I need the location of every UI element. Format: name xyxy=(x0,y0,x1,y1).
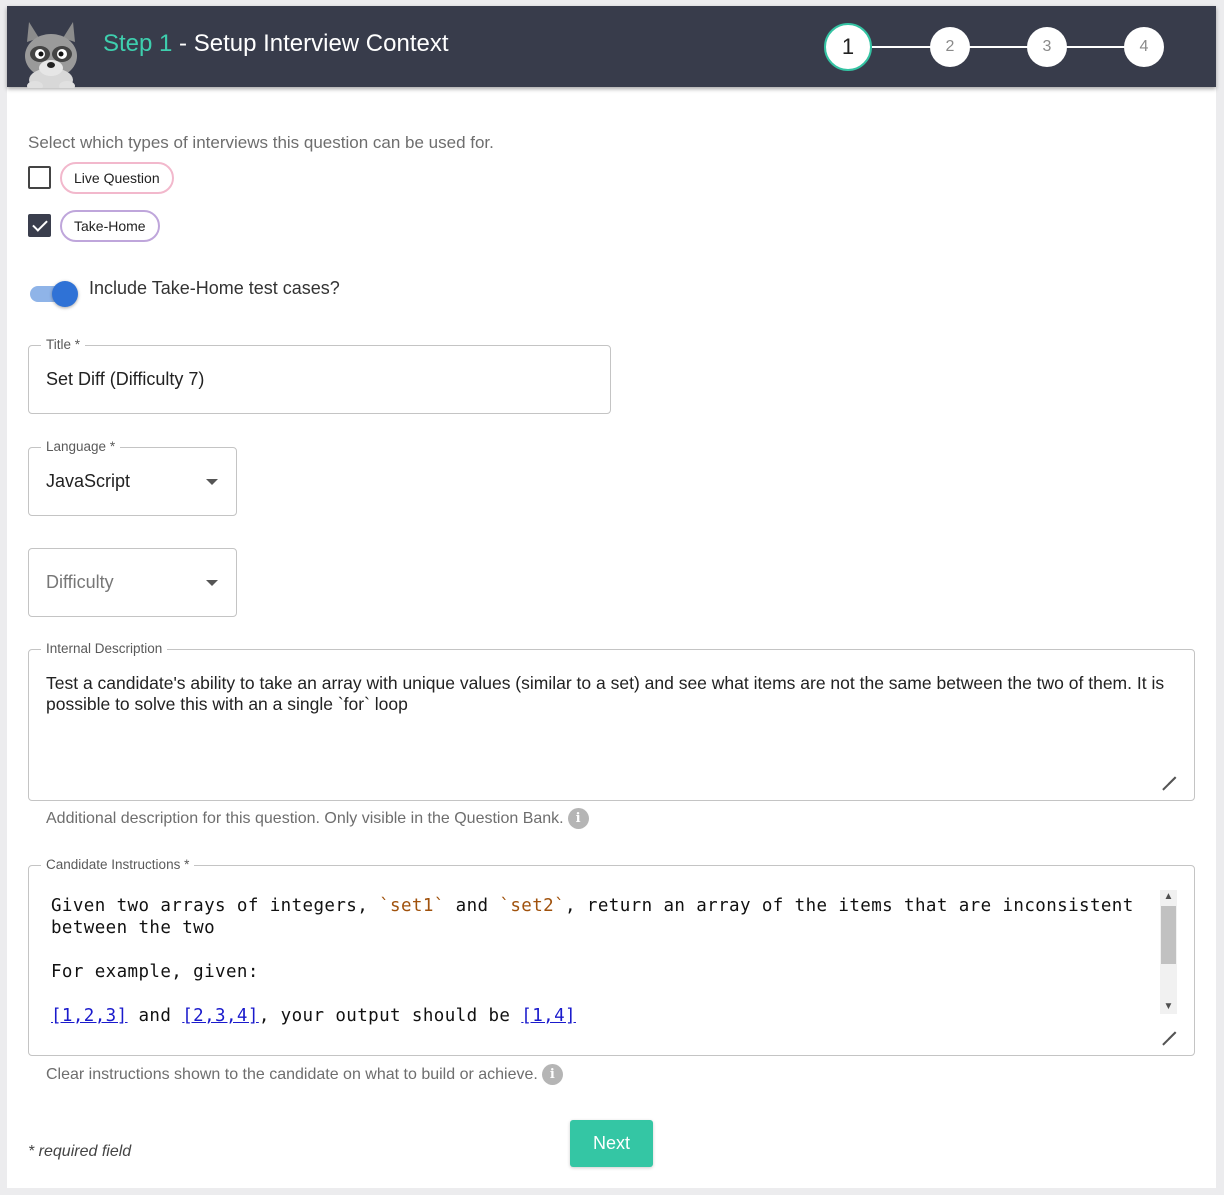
page-title: Step 1 - Setup Interview Context xyxy=(103,30,449,58)
scrollbar-thumb[interactable] xyxy=(1161,906,1176,964)
step-3[interactable]: 3 xyxy=(1027,27,1067,67)
resize-grip-icon[interactable] xyxy=(1162,1018,1176,1032)
live-question-checkbox[interactable] xyxy=(28,166,51,189)
instructions-example-heading: For example, given: xyxy=(51,962,259,982)
candidate-instructions-helper-text: Clear instructions shown to the candidat… xyxy=(46,1065,538,1083)
title-field-label: Title * xyxy=(41,336,86,354)
internal-description-helper-text: Additional description for this question… xyxy=(46,809,564,827)
required-field-note: * required field xyxy=(28,1143,132,1160)
difficulty-placeholder: Difficulty xyxy=(46,572,114,592)
instructions-text: and xyxy=(127,1006,183,1026)
candidate-instructions-textarea[interactable]: Given two arrays of integers, `set1` and… xyxy=(51,895,1159,1049)
step-2[interactable]: 2 xyxy=(930,27,970,67)
title-input[interactable]: Set Diff (Difficulty 7) xyxy=(46,369,204,390)
stepper-connector xyxy=(872,46,1134,48)
take-home-chip[interactable]: Take-Home xyxy=(60,210,160,242)
language-select-label: Language * xyxy=(41,438,121,456)
example-set1-link[interactable]: [1,2,3] xyxy=(51,1006,128,1026)
internal-description-helper: Additional description for this question… xyxy=(46,808,589,829)
example-result-link[interactable]: [1,4] xyxy=(521,1006,576,1026)
step-4[interactable]: 4 xyxy=(1124,27,1164,67)
take-home-tests-label: Include Take-Home test cases? xyxy=(89,278,340,298)
title-field[interactable]: Title * Set Diff (Difficulty 7) xyxy=(28,336,611,414)
instructions-text: and xyxy=(444,896,500,916)
resize-grip-icon[interactable] xyxy=(1162,763,1176,777)
difficulty-select[interactable]: Difficulty xyxy=(28,548,237,617)
next-button[interactable]: Next xyxy=(570,1120,653,1167)
interview-type-prompt: Select which types of interviews this qu… xyxy=(28,133,494,152)
internal-description-label: Internal Description xyxy=(41,640,168,658)
language-select[interactable]: Language * JavaScript xyxy=(28,438,237,516)
scroll-up-icon[interactable]: ▲ xyxy=(1160,890,1177,904)
raccoon-mascot-icon xyxy=(25,22,77,88)
step-1[interactable]: 1 xyxy=(824,23,872,71)
step-label: Step 1 xyxy=(103,30,173,57)
inline-code-set2: `set2` xyxy=(499,896,566,916)
caret-down-icon xyxy=(206,580,218,586)
page-title-text: - Setup Interview Context xyxy=(172,30,449,57)
stepper: 1 2 3 4 xyxy=(824,22,1164,72)
main-card: Step 1 - Setup Interview Context 1 2 3 4… xyxy=(7,6,1216,1188)
instructions-scrollbar[interactable]: ▲ ▼ xyxy=(1160,890,1177,1014)
toggle-thumb[interactable] xyxy=(52,281,78,307)
instructions-paragraph: Given two arrays of integers, `set1` and… xyxy=(51,895,1159,939)
live-question-chip[interactable]: Live Question xyxy=(60,162,174,194)
candidate-instructions-helper: Clear instructions shown to the candidat… xyxy=(46,1064,563,1085)
instructions-text: , your output should be xyxy=(258,1006,522,1026)
scroll-down-icon[interactable]: ▼ xyxy=(1160,1000,1177,1014)
take-home-checkbox[interactable] xyxy=(28,214,51,237)
take-home-tests-toggle[interactable] xyxy=(28,278,80,308)
candidate-instructions-label: Candidate Instructions * xyxy=(41,856,195,874)
info-icon[interactable]: i xyxy=(567,808,589,829)
inline-code-set1: `set1` xyxy=(379,896,445,916)
example-set2-link[interactable]: [2,3,4] xyxy=(182,1006,259,1026)
info-icon[interactable]: i xyxy=(541,1064,563,1085)
instructions-example: [1,2,3] and [2,3,4], your output should … xyxy=(51,1005,1159,1027)
instructions-text: Given two arrays of integers, xyxy=(51,896,380,916)
internal-description-textarea[interactable]: Test a candidate's ability to take an ar… xyxy=(46,673,1176,715)
language-selected-value: JavaScript xyxy=(46,471,131,491)
caret-down-icon xyxy=(206,479,218,485)
candidate-instructions-field[interactable]: Candidate Instructions * Given two array… xyxy=(28,856,1195,1056)
page-header: Step 1 - Setup Interview Context 1 2 3 4 xyxy=(7,6,1216,88)
internal-description-field[interactable]: Internal Description Test a candidate's … xyxy=(28,640,1195,801)
